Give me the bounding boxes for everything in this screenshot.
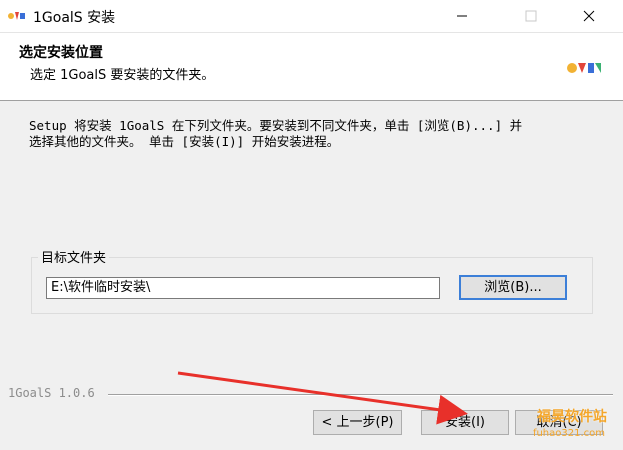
destination-path-input[interactable]: E:\软件临时安装\	[46, 277, 440, 299]
browse-button[interactable]: 浏览(B)...	[459, 275, 567, 300]
page-subtitle: 选定 1GoalS 要安装的文件夹。	[30, 68, 215, 83]
window-title: 1GoalS 安装	[33, 10, 116, 26]
destination-group-label: 目标文件夹	[38, 247, 110, 266]
watermark-text: 福昊软件站	[537, 409, 607, 425]
maximize-button	[508, 0, 554, 32]
instructions: Setup 将安装 1GoalS 在下列文件夹。要安装到不同文件夹，单击 [浏览…	[29, 118, 599, 150]
title-bar[interactable]: 1GoalS 安装	[0, 0, 623, 33]
watermark-url: fuhao321.com	[532, 428, 606, 439]
close-icon	[583, 10, 595, 22]
minimize-button[interactable]	[439, 0, 485, 32]
maximize-icon	[525, 10, 537, 22]
instructions-line-2: 选择其他的文件夹。 单击 [安装(I)] 开始安装进程。	[29, 134, 340, 149]
minimize-icon	[457, 15, 467, 17]
back-button[interactable]: < 上一步(P)	[313, 410, 402, 435]
page-header: 选定安装位置 选定 1GoalS 要安装的文件夹。	[0, 33, 623, 101]
instructions-line-1: Setup 将安装 1GoalS 在下列文件夹。要安装到不同文件夹，单击 [浏览…	[29, 118, 523, 133]
brand-logo-icon	[567, 63, 601, 73]
page-title: 选定安装位置	[19, 45, 103, 61]
version-label: 1GoalS 1.0.6	[8, 386, 95, 400]
close-button[interactable]	[566, 0, 612, 32]
install-button[interactable]: 安装(I)	[421, 410, 509, 435]
app-logo-icon	[8, 12, 25, 20]
footer-divider	[108, 394, 613, 396]
